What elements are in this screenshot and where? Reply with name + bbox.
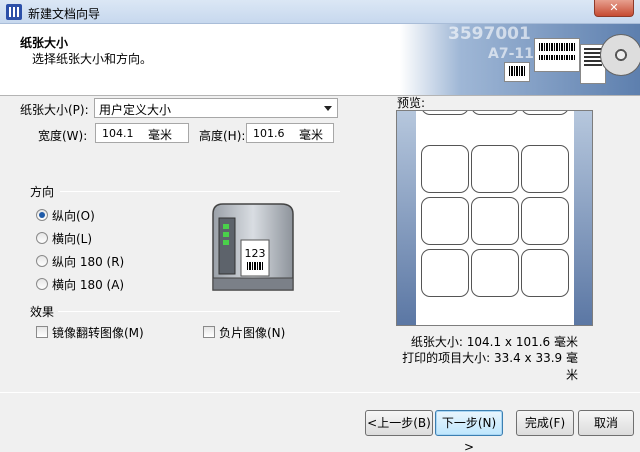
radio-landscape-180-label[interactable]: 横向 180 (A) (52, 276, 124, 293)
width-label: 宽度(W): (38, 129, 88, 143)
preview-sheet (416, 111, 574, 325)
preview-print-item-size: 打印的项目大小: 33.4 x 33.9 毫米 (402, 351, 578, 382)
preview-label-cell (471, 111, 519, 115)
preview-label-cell (421, 197, 469, 245)
radio-landscape-label[interactable]: 横向(L) (52, 230, 92, 247)
preview-label-cell (471, 145, 519, 193)
cancel-button[interactable]: 取消 (578, 410, 634, 436)
page-subtitle: 选择纸张大小和方向。 (32, 52, 153, 66)
preview-paper-size: 纸张大小: 104.1 x 101.6 毫米 (410, 335, 578, 349)
header-graphic: 3597001 A7-118 (400, 24, 640, 95)
preview-label-cell (471, 197, 519, 245)
title-bar: 新建文档向导 ✕ (0, 0, 640, 24)
chevron-down-icon (324, 106, 332, 111)
paper-size-select[interactable]: 用户定义大小 (94, 98, 338, 118)
printer-label-text: 123 (245, 247, 266, 260)
next-button[interactable]: 下一步(N) > (435, 410, 503, 452)
barcode-label-icon (534, 38, 580, 72)
wizard-header: 纸张大小 选择纸张大小和方向。 3597001 A7-118 (0, 24, 640, 96)
radio-portrait-label[interactable]: 纵向(O) (52, 207, 95, 224)
page-title: 纸张大小 (20, 36, 69, 50)
height-unit: 毫米 (299, 128, 324, 142)
preview-label-cell (421, 111, 469, 115)
printer-icon: 123 (207, 200, 297, 300)
preview-label-cell (521, 197, 569, 245)
radio-landscape[interactable] (36, 232, 48, 244)
preview-label-cell (471, 249, 519, 297)
disc-icon (600, 34, 640, 76)
preview-label-cell (421, 249, 469, 297)
mirror-checkbox[interactable] (36, 326, 48, 338)
app-icon (6, 4, 22, 20)
orientation-divider (60, 191, 340, 192)
radio-portrait-180-label[interactable]: 纵向 180 (R) (52, 253, 124, 270)
paper-size-label: 纸张大小(P): (20, 103, 89, 117)
paper-size-value: 用户定义大小 (99, 103, 172, 117)
negative-checkbox-label[interactable]: 负片图像(N) (219, 324, 285, 341)
width-value: 104.1 (102, 127, 134, 140)
preview-label-cell (521, 249, 569, 297)
radio-landscape-180[interactable] (36, 278, 48, 290)
width-unit: 毫米 (148, 128, 173, 142)
height-label: 高度(H): (199, 129, 246, 143)
window-title: 新建文档向导 (28, 7, 101, 21)
effects-divider (58, 311, 340, 312)
width-input[interactable]: 104.1 毫米 (95, 123, 189, 143)
preview-label-cell (421, 145, 469, 193)
footer-divider (0, 392, 640, 393)
barcode-label-icon (504, 62, 530, 82)
radio-portrait-180[interactable] (36, 255, 48, 267)
negative-checkbox[interactable] (203, 326, 215, 338)
close-button[interactable]: ✕ (594, 0, 634, 17)
finish-button[interactable]: 完成(F) (516, 410, 574, 436)
preview-label-cell (521, 145, 569, 193)
effects-group-label: 效果 (30, 305, 55, 319)
preview-panel (396, 110, 593, 326)
mirror-checkbox-label[interactable]: 镜像翻转图像(M) (52, 324, 144, 341)
radio-portrait[interactable] (36, 209, 48, 221)
preview-label: 预览: (397, 96, 426, 110)
header-graphic-number: 3597001 (448, 24, 531, 44)
preview-label-cell (521, 111, 569, 115)
orientation-group-label: 方向 (30, 185, 55, 199)
height-value: 101.6 (253, 127, 285, 140)
back-button[interactable]: <上一步(B) (365, 410, 433, 436)
height-input[interactable]: 101.6 毫米 (246, 123, 334, 143)
